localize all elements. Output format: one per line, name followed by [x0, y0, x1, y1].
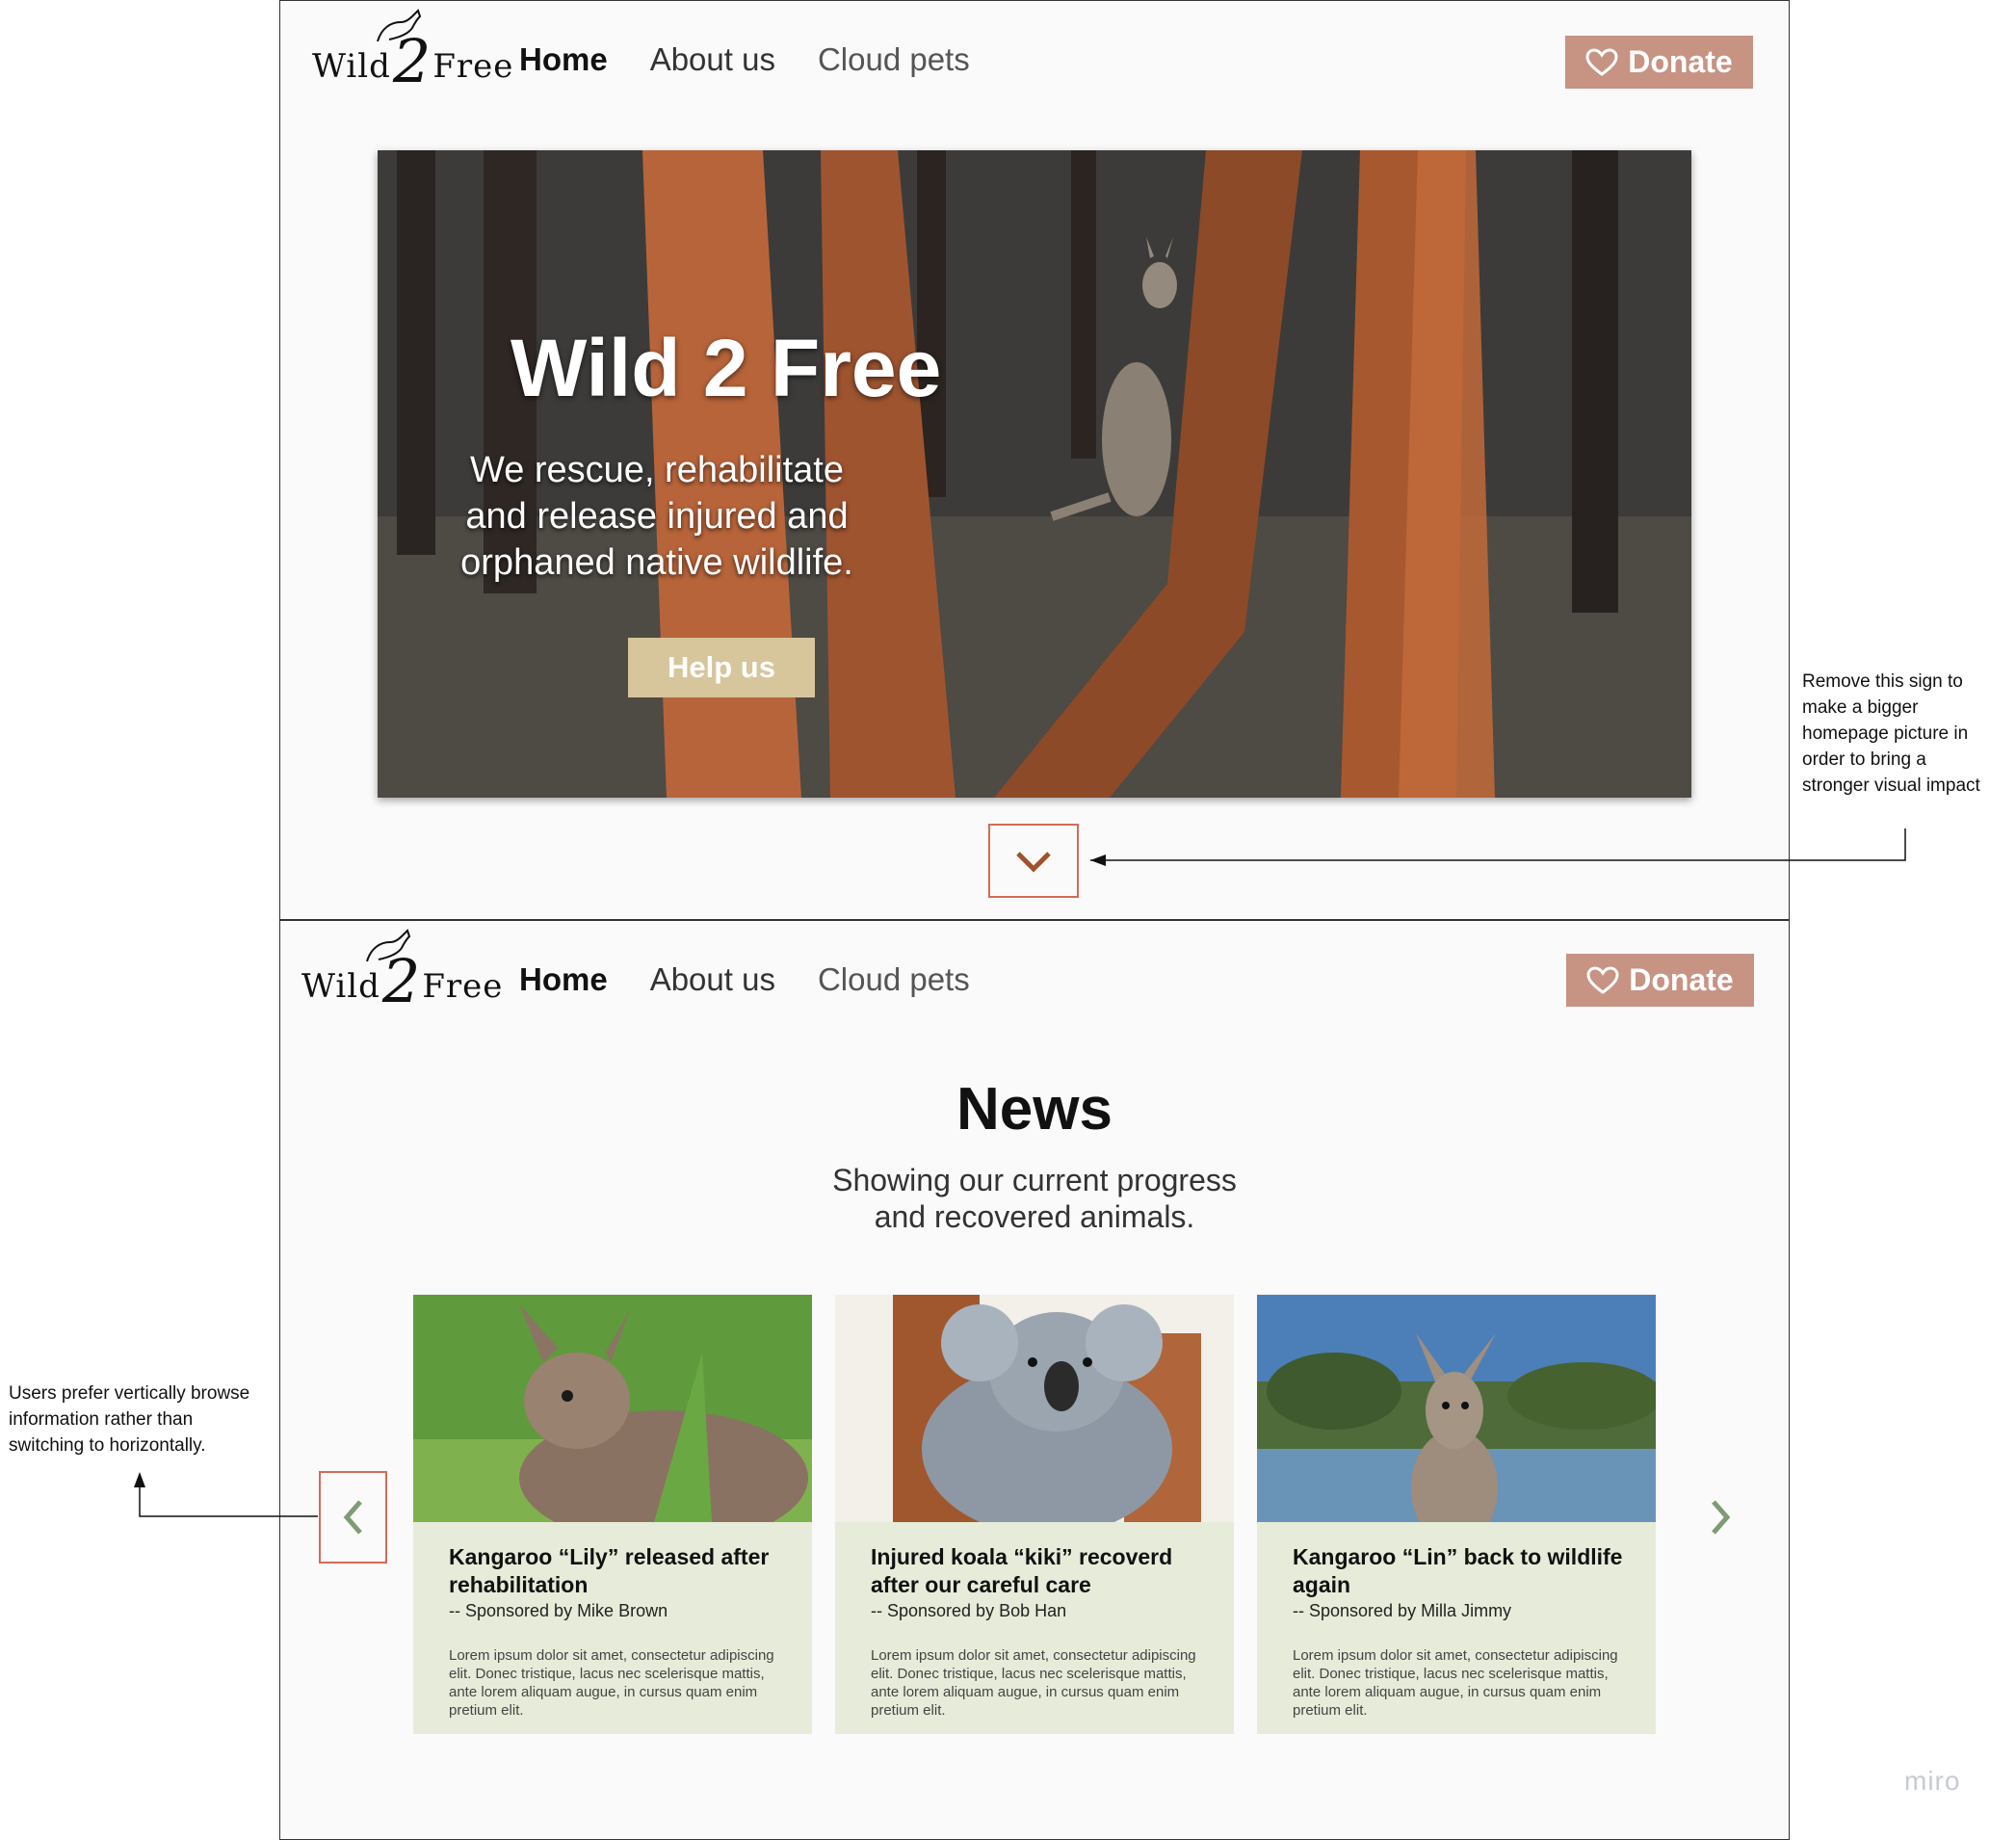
logo-text-wild: Wild — [301, 967, 380, 1006]
main-nav: Home About us Cloud pets — [519, 961, 970, 998]
kangaroo-logo-icon — [366, 929, 411, 962]
annotation-right-line: make a bigger — [1802, 697, 1919, 718]
wild2free-logo[interactable]: Wild 2 Free — [312, 9, 514, 92]
news-card-sponsor: -- Sponsored by Bob Han — [871, 1601, 1067, 1620]
annotation-right-line: Remove this sign to — [1802, 671, 1963, 692]
annotation-right-line: order to bring a — [1802, 749, 1926, 770]
carousel-prev-button[interactable] — [319, 1471, 387, 1564]
logo-text-free: Free — [432, 47, 514, 86]
annotation-right: Remove this sign to make a bigger homepa… — [1802, 669, 1980, 799]
news-card[interactable]: Injured koala “kiki” recoverd after our … — [835, 1295, 1234, 1734]
news-subtitle-line2: and recovered animals. — [874, 1199, 1195, 1234]
koala-photo — [835, 1295, 1234, 1522]
homepage-frame-hero: Wild 2 Free Home About us Cloud pets Don… — [279, 0, 1790, 920]
news-card-body: Lorem ipsum dolor sit amet, consectetur … — [1293, 1647, 1618, 1719]
annotation-left-line: information rather than — [9, 1409, 194, 1430]
chevron-left-icon — [343, 1500, 362, 1535]
nav-about[interactable]: About us — [650, 41, 775, 78]
hero-subtitle: We rescue, rehabilitate and release inju… — [460, 450, 853, 583]
nav-about[interactable]: About us — [650, 961, 775, 998]
donate-label: Donate — [1628, 44, 1733, 79]
chevron-right-icon — [1712, 1500, 1731, 1535]
nav-cloud-pets[interactable]: Cloud pets — [818, 41, 970, 78]
left-connector-arrowhead — [134, 1472, 145, 1487]
heart-icon — [1586, 965, 1619, 994]
hero-image: Wild 2 Free We rescue, rehabilitate and … — [378, 150, 1691, 798]
news-card[interactable]: Kangaroo “Lily” released after rehabilit… — [413, 1295, 812, 1734]
news-subtitle: Showing our current progress and recover… — [280, 1162, 1789, 1235]
news-heading: News — [956, 1076, 1113, 1143]
help-us-button[interactable]: Help us — [628, 638, 815, 697]
chevron-down-icon — [1016, 851, 1051, 873]
main-nav: Home About us Cloud pets — [519, 41, 970, 78]
donate-button[interactable]: Donate — [1566, 954, 1754, 1007]
news-card-title[interactable]: Injured koala “kiki” recoverd after our … — [871, 1543, 1208, 1599]
annotation-left-line: Users prefer vertically browse — [9, 1383, 250, 1404]
annotation-left: Users prefer vertically browse informati… — [9, 1380, 249, 1459]
news-card-body: Lorem ipsum dolor sit amet, consectetur … — [871, 1647, 1196, 1719]
news-card-body: Lorem ipsum dolor sit amet, consectetur … — [449, 1647, 774, 1719]
news-card-sponsor: -- Sponsored by Mike Brown — [449, 1601, 668, 1620]
wallaby-photo — [413, 1295, 812, 1522]
heart-icon — [1585, 47, 1618, 76]
news-card[interactable]: Kangaroo “Lin” back to wildlife again --… — [1257, 1295, 1656, 1734]
nav-home[interactable]: Home — [519, 961, 608, 998]
homepage-frame-news: Wild 2 Free Home About us Cloud pets Don… — [279, 920, 1790, 1840]
nav-home[interactable]: Home — [519, 41, 608, 78]
donate-button[interactable]: Donate — [1565, 36, 1753, 89]
carousel-next-button[interactable] — [1699, 1493, 1741, 1541]
miro-watermark: miro — [1904, 1766, 1961, 1796]
kangaroo-logo-icon — [377, 9, 422, 42]
annotation-left-line: switching to horizontally. — [9, 1435, 206, 1456]
donate-label: Donate — [1629, 962, 1734, 997]
news-card-title[interactable]: Kangaroo “Lin” back to wildlife again — [1293, 1543, 1630, 1599]
news-card-title[interactable]: Kangaroo “Lily” released after rehabilit… — [449, 1543, 786, 1599]
scroll-down-button[interactable] — [988, 824, 1079, 898]
logo-text-wild: Wild — [312, 47, 391, 86]
annotation-right-line: homepage picture in — [1802, 723, 1969, 744]
logo-text-free: Free — [422, 967, 504, 1006]
annotation-right-line: stronger visual impact — [1802, 775, 1980, 796]
hero-title: Wild 2 Free — [511, 323, 942, 413]
news-card-sponsor: -- Sponsored by Milla Jimmy — [1293, 1601, 1512, 1620]
wild2free-logo[interactable]: Wild 2 Free — [301, 929, 504, 1012]
nav-cloud-pets[interactable]: Cloud pets — [818, 961, 970, 998]
news-subtitle-line1: Showing our current progress — [832, 1163, 1237, 1197]
kangaroo-lake-photo — [1257, 1295, 1656, 1522]
